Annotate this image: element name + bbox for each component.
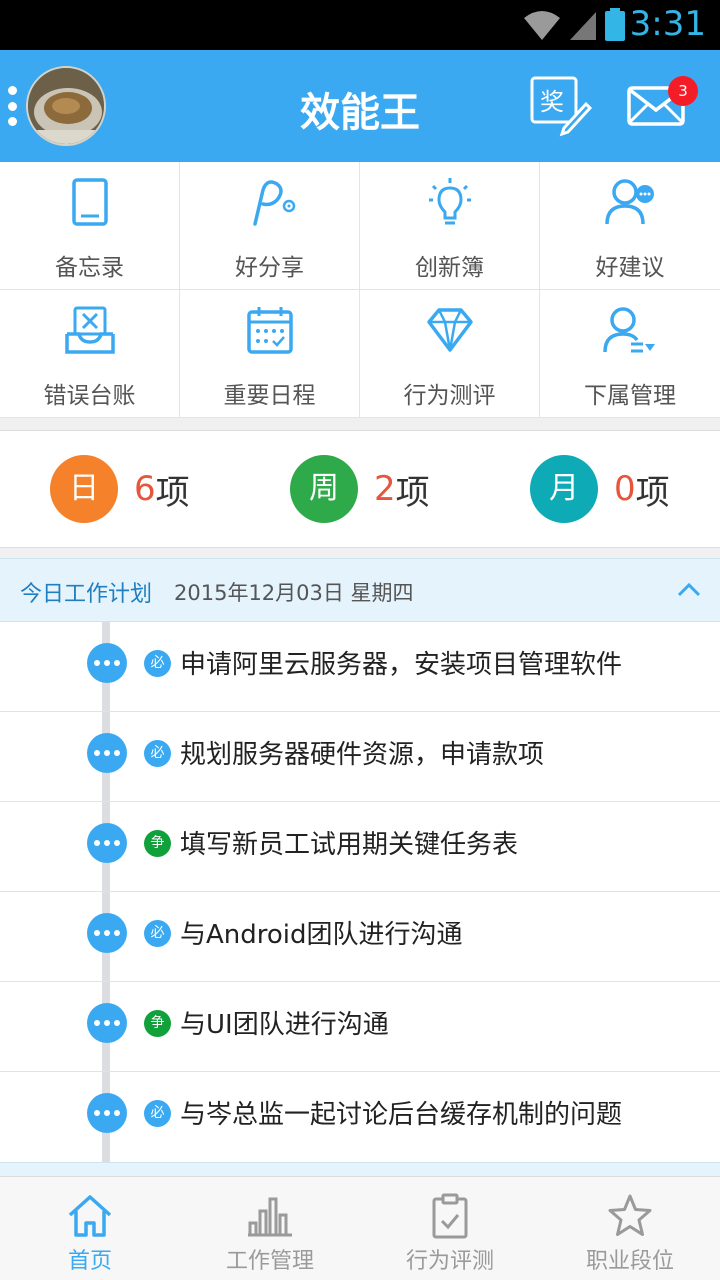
task-text: 与Android团队进行沟通: [180, 920, 463, 950]
task-text: 与UI团队进行沟通: [180, 1010, 389, 1040]
task-text: 与岑总监一起讨论后台缓存机制的问题: [180, 1100, 623, 1130]
task-counters: 日 6项 周 2项 月 0项: [0, 430, 720, 548]
grid-item-suggestion[interactable]: 好建议: [540, 162, 720, 290]
wifi-icon: [524, 11, 560, 40]
task-tag: 必: [144, 1100, 171, 1127]
error-ledger-icon: [64, 306, 115, 354]
tab-label: 行为评测: [405, 1249, 494, 1274]
list-item[interactable]: 必 规划服务器硬件资源，申请款项: [0, 712, 720, 802]
memo-icon: [71, 178, 108, 226]
grid-item-subordinates[interactable]: 下属管理: [540, 290, 720, 418]
grid-item-label: 备忘录: [55, 255, 124, 281]
task-tag: 必: [144, 920, 171, 947]
clipboard-icon: [432, 1193, 468, 1239]
list-item[interactable]: 争 填写新员工试用期关键任务表: [0, 802, 720, 892]
grid-item-memo[interactable]: 备忘录: [0, 162, 180, 290]
lightbulb-icon: [428, 178, 471, 225]
plan-date: 2015年12月03日 星期四: [174, 581, 414, 605]
task-list: 必 申请阿里云服务器，安装项目管理软件 必 规划服务器硬件资源，申请款项 争 填…: [0, 622, 720, 1162]
task-text: 规划服务器硬件资源，申请款项: [180, 740, 545, 770]
more-icon[interactable]: [87, 643, 127, 683]
subordinate-icon: [603, 307, 655, 353]
award-char: 奖: [540, 88, 564, 116]
grid-item-innovation[interactable]: 创新簿: [360, 162, 540, 290]
plan-section-header[interactable]: 今日工作计划 2015年12月03日 星期四: [0, 558, 720, 622]
daily-unit: 项: [155, 472, 190, 513]
list-item[interactable]: 必 与岑总监一起讨论后台缓存机制的问题: [0, 1072, 720, 1162]
plan-title: 今日工作计划: [20, 582, 153, 607]
monthly-count: 0: [614, 469, 636, 509]
tab-home[interactable]: 首页: [0, 1177, 180, 1280]
task-tag: 争: [144, 830, 171, 857]
monthly-unit: 项: [635, 472, 670, 513]
battery-icon: [605, 8, 625, 41]
tab-label: 职业段位: [585, 1249, 674, 1274]
mail-count-badge: 3: [668, 76, 698, 106]
tab-career-rank[interactable]: 职业段位: [540, 1177, 720, 1280]
weekly-circle: 周: [290, 455, 358, 523]
task-tag: 争: [144, 1010, 171, 1037]
more-icon[interactable]: [87, 733, 127, 773]
daily-counter[interactable]: 日 6项: [50, 455, 190, 523]
tab-behavior-review[interactable]: 行为评测: [360, 1177, 540, 1280]
page-title: 效能王: [300, 90, 420, 136]
section-divider: [0, 1162, 720, 1176]
tab-work-management[interactable]: 工作管理: [180, 1177, 360, 1280]
task-tag: 必: [144, 740, 171, 767]
weekly-unit: 项: [395, 472, 430, 513]
weekly-counter[interactable]: 周 2项: [290, 455, 430, 523]
list-item[interactable]: 必 申请阿里云服务器，安装项目管理软件: [0, 622, 720, 712]
grid-item-label: 行为测评: [403, 383, 496, 409]
bar-chart-icon: [248, 1197, 292, 1237]
monthly-counter[interactable]: 月 0项: [530, 455, 670, 523]
grid-item-label: 好分享: [235, 255, 304, 281]
more-icon[interactable]: [87, 1093, 127, 1133]
grid-item-behavior-eval[interactable]: 行为测评: [360, 290, 540, 418]
grid-item-label: 错误台账: [43, 383, 136, 409]
daily-count: 6: [134, 469, 156, 509]
diamond-icon: [426, 308, 473, 352]
grid-item-share[interactable]: 好分享: [180, 162, 360, 290]
calendar-icon: [246, 307, 293, 354]
task-tag: 必: [144, 650, 171, 677]
status-icons: [522, 8, 626, 42]
more-icon[interactable]: [87, 913, 127, 953]
list-item[interactable]: 必 与Android团队进行沟通: [0, 892, 720, 982]
task-text: 申请阿里云服务器，安装项目管理软件: [180, 650, 623, 680]
chevron-up-icon[interactable]: [676, 579, 702, 599]
home-icon: [68, 1195, 112, 1237]
feature-grid: 备忘录 好分享 创新簿 好建议 错误台账 重要日程 行为测评 下属管理: [0, 162, 720, 418]
star-icon: [608, 1194, 652, 1236]
tab-label: 工作管理: [225, 1249, 314, 1274]
bottom-nav: 首页 工作管理 行为评测 职业段位: [0, 1176, 720, 1280]
monthly-circle: 月: [530, 455, 598, 523]
suggestion-icon: [605, 179, 654, 225]
app-header: 效能王 奖 3: [0, 50, 720, 162]
task-text: 填写新员工试用期关键任务表: [180, 830, 519, 860]
award-edit-icon[interactable]: 奖: [528, 74, 592, 138]
status-time: 3:31: [629, 4, 706, 44]
grid-item-label: 下属管理: [584, 383, 676, 409]
grid-item-label: 好建议: [595, 255, 665, 281]
share-icon: [252, 180, 295, 226]
grid-item-label: 重要日程: [223, 383, 316, 409]
grid-item-label: 创新簿: [415, 255, 484, 281]
weekly-count: 2: [374, 469, 396, 509]
tab-label: 首页: [67, 1249, 112, 1274]
more-icon[interactable]: [87, 823, 127, 863]
list-item[interactable]: 争 与UI团队进行沟通: [0, 982, 720, 1072]
more-icon[interactable]: [87, 1003, 127, 1043]
daily-circle: 日: [50, 455, 118, 523]
status-bar: 3:31: [0, 0, 720, 50]
grid-item-error-ledger[interactable]: 错误台账: [0, 290, 180, 418]
signal-icon: [570, 12, 596, 40]
grid-item-schedule[interactable]: 重要日程: [180, 290, 360, 418]
